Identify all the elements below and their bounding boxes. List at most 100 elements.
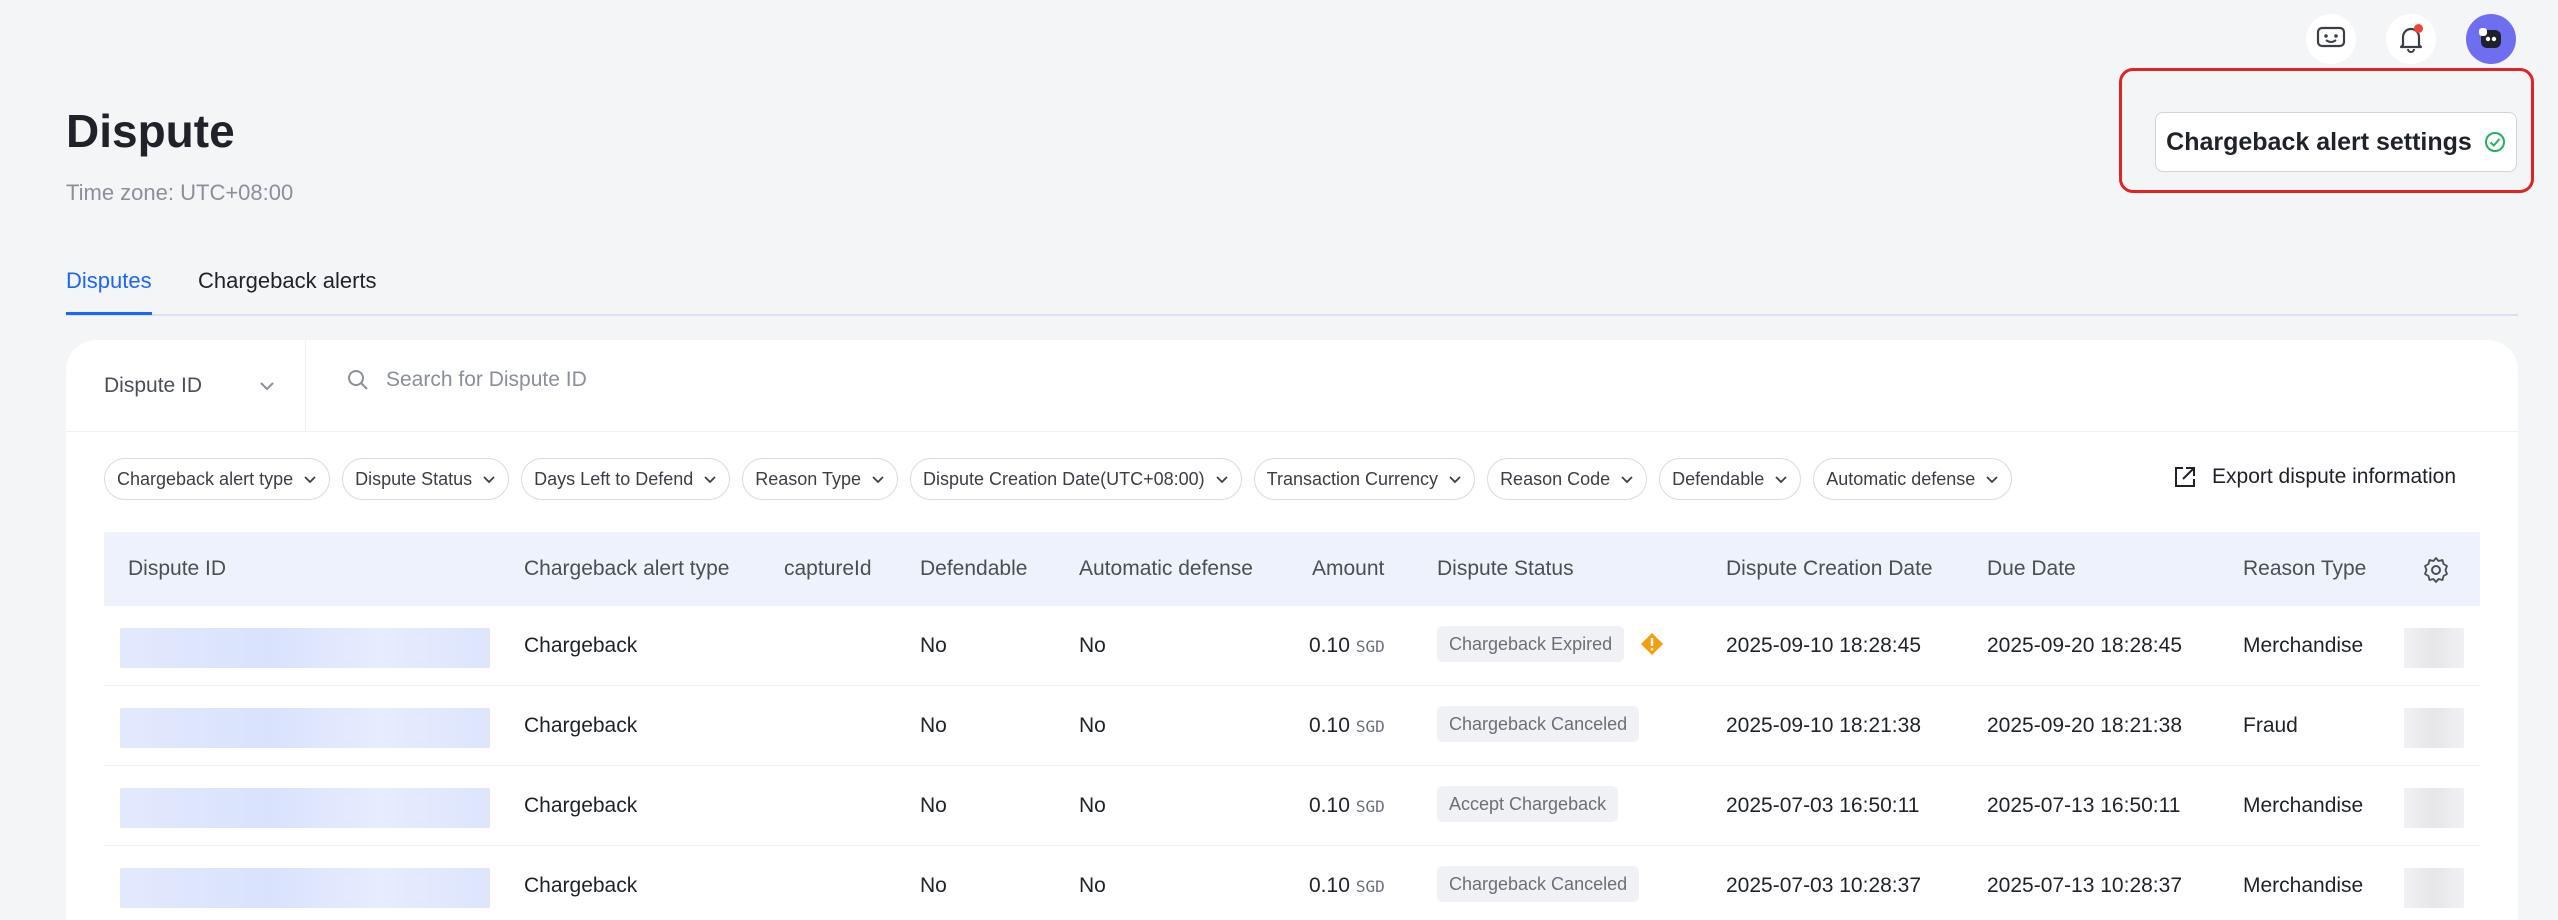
- filter-dispute-status[interactable]: Dispute Status: [342, 458, 510, 500]
- cell-alert-type: Chargeback: [524, 714, 638, 737]
- col-defendable: Defendable: [920, 557, 1028, 580]
- bell-icon[interactable]: [2386, 14, 2436, 64]
- amount-currency: SGD: [1355, 877, 1385, 896]
- table-row[interactable]: Chargeback No No 0.10 SGD Chargeback Expi…: [104, 606, 2480, 686]
- support-chat-icon[interactable]: [2306, 14, 2356, 64]
- tab-chargeback-alerts[interactable]: Chargeback alerts: [198, 268, 377, 312]
- search-input[interactable]: Search for Dispute ID: [346, 368, 587, 392]
- chevron-down-icon: [260, 382, 274, 391]
- chevron-down-icon: [483, 475, 495, 483]
- col-reason-type: Reason Type: [2243, 557, 2367, 580]
- search-field-select[interactable]: Dispute ID: [66, 340, 306, 432]
- col-amount: Amount: [1312, 557, 1385, 580]
- filter-label: Dispute Creation Date(UTC+08:00): [923, 468, 1205, 489]
- cell-reason-type: Merchandise: [2243, 634, 2364, 657]
- amount-value: 0.10: [1309, 874, 1350, 897]
- alert-settings-label: Chargeback alert settings: [2166, 127, 2472, 156]
- col-due-date: Due Date: [1987, 557, 2076, 580]
- amount-currency: SGD: [1355, 637, 1385, 656]
- cell-automatic-defense: No: [1079, 714, 1106, 737]
- amount-value: 0.10: [1309, 714, 1350, 737]
- cell-due-date: 2025-09-20 18:28:45: [1987, 634, 2182, 657]
- export-button[interactable]: Export dispute information: [2172, 464, 2456, 490]
- cell-reason-type: Merchandise: [2243, 874, 2364, 897]
- col-dispute-status: Dispute Status: [1437, 557, 1574, 580]
- chevron-down-icon: [704, 475, 716, 483]
- filter-reason-type[interactable]: Reason Type: [742, 458, 899, 500]
- filter-days-left[interactable]: Days Left to Defend: [521, 458, 731, 500]
- status-badge: Accept Chargeback: [1437, 786, 1619, 822]
- filter-label: Days Left to Defend: [534, 468, 694, 489]
- amount-value: 0.10: [1309, 794, 1350, 817]
- page-title: Dispute: [66, 105, 235, 157]
- chevron-down-icon: [304, 475, 316, 483]
- table-row[interactable]: Chargeback No No 0.10 SGD Chargeback Canc…: [104, 686, 2480, 766]
- col-automatic-defense: Automatic defense: [1079, 557, 1253, 580]
- status-badge: Chargeback Expired: [1437, 626, 1625, 662]
- cell-defendable: No: [920, 874, 947, 897]
- filter-label: Dispute Status: [355, 468, 473, 489]
- chevron-down-icon: [1775, 475, 1787, 483]
- cell-creation-date: 2025-07-03 10:28:37: [1726, 874, 1921, 897]
- filter-creation-date[interactable]: Dispute Creation Date(UTC+08:00): [910, 458, 1242, 500]
- notification-dot: [2414, 24, 2423, 33]
- redacted-dispute-id: [120, 868, 490, 908]
- export-label: Export dispute information: [2212, 465, 2456, 488]
- avatar[interactable]: [2466, 14, 2516, 64]
- chevron-down-icon: [1216, 475, 1228, 483]
- cell-alert-type: Chargeback: [524, 874, 638, 897]
- search-field-label: Dispute ID: [104, 374, 203, 397]
- filter-chargeback-alert-type[interactable]: Chargeback alert type: [104, 458, 331, 500]
- filter-label: Transaction Currency: [1266, 468, 1439, 489]
- cell-amount: 0.10 SGD: [1309, 634, 1385, 658]
- cell-reason-type: Merchandise: [2243, 794, 2364, 817]
- tab-bar: Disputes Chargeback alerts: [66, 258, 2518, 316]
- tab-disputes[interactable]: Disputes: [66, 268, 152, 315]
- settings-gear-icon[interactable]: [2422, 556, 2450, 584]
- table-row[interactable]: Chargeback No No 0.10 SGD Chargeback Canc…: [104, 846, 2480, 920]
- cell-creation-date: 2025-09-10 18:21:38: [1726, 714, 1921, 737]
- chevron-down-icon: [1449, 475, 1461, 483]
- amount-value: 0.10: [1309, 634, 1350, 657]
- external-link-icon: [2175, 467, 2196, 487]
- col-capture-id: captureId: [784, 557, 872, 580]
- cell-creation-date: 2025-09-10 18:28:45: [1726, 634, 1921, 657]
- redacted-action: [2404, 708, 2464, 748]
- filter-label: Defendable: [1672, 468, 1765, 489]
- filter-defendable[interactable]: Defendable: [1659, 458, 1802, 500]
- cell-due-date: 2025-07-13 16:50:11: [1987, 794, 2181, 817]
- cell-creation-date: 2025-07-03 16:50:11: [1726, 794, 1920, 817]
- col-dispute-id: Dispute ID: [128, 557, 227, 580]
- filter-label: Automatic defense: [1826, 468, 1976, 489]
- chevron-down-icon: [1621, 475, 1633, 483]
- warning-icon[interactable]: [1640, 632, 1664, 656]
- table-header: Dispute ID Chargeback alert type capture…: [104, 532, 2480, 606]
- search-icon: [348, 370, 368, 390]
- filter-transaction-currency[interactable]: Transaction Currency: [1253, 458, 1476, 500]
- redacted-action: [2404, 868, 2464, 908]
- topbar: [2306, 14, 2516, 64]
- disputes-table: Dispute ID Chargeback alert type capture…: [104, 532, 2480, 920]
- cell-due-date: 2025-07-13 10:28:37: [1987, 874, 2182, 897]
- col-alert-type: Chargeback alert type: [524, 557, 730, 580]
- cell-defendable: No: [920, 634, 947, 657]
- cell-automatic-defense: No: [1079, 794, 1106, 817]
- timezone-label: Time zone: UTC+08:00: [66, 180, 294, 205]
- filter-label: Reason Code: [1500, 468, 1611, 489]
- cell-alert-type: Chargeback: [524, 634, 638, 657]
- chevron-down-icon: [872, 475, 884, 483]
- cell-automatic-defense: No: [1079, 874, 1106, 897]
- chargeback-alert-settings-button[interactable]: Chargeback alert settings: [2155, 112, 2517, 172]
- redacted-action: [2404, 788, 2464, 828]
- filter-reason-code[interactable]: Reason Code: [1487, 458, 1648, 500]
- redacted-dispute-id: [120, 628, 490, 668]
- table-row[interactable]: Chargeback No No 0.10 SGD Accept Chargeba…: [104, 766, 2480, 846]
- cell-amount: 0.10 SGD: [1309, 714, 1385, 738]
- redacted-dispute-id: [120, 708, 490, 748]
- status-badge: Chargeback Canceled: [1437, 866, 1640, 902]
- amount-currency: SGD: [1355, 717, 1385, 736]
- filter-automatic-defense[interactable]: Automatic defense: [1813, 458, 2013, 500]
- amount-currency: SGD: [1355, 797, 1385, 816]
- cell-automatic-defense: No: [1079, 634, 1106, 657]
- cell-reason-type: Fraud: [2243, 714, 2298, 737]
